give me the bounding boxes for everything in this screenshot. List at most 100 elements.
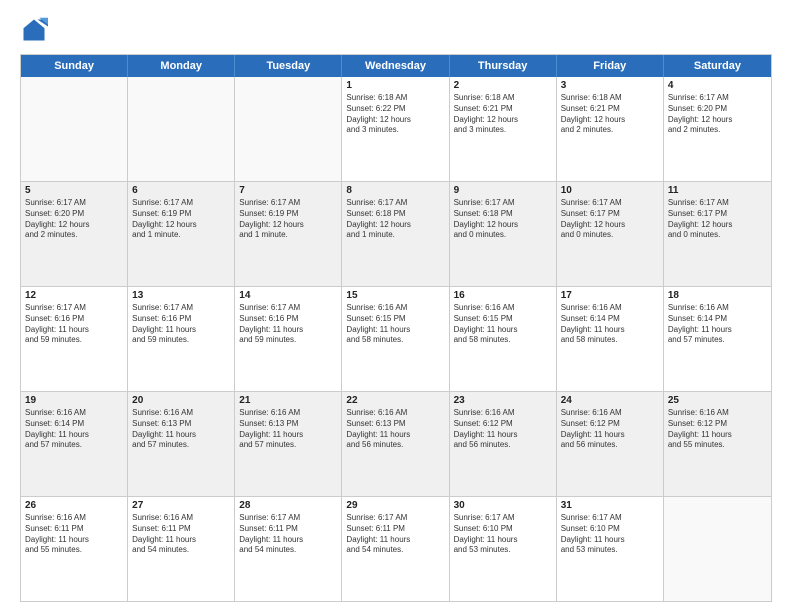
cell-info: Sunrise: 6:17 AM Sunset: 6:17 PM Dayligh… — [561, 198, 659, 241]
cal-cell: 16 Sunrise: 6:16 AM Sunset: 6:15 PM Dayli… — [450, 287, 557, 391]
cell-info: Sunrise: 6:16 AM Sunset: 6:12 PM Dayligh… — [668, 408, 767, 451]
cal-cell: 14 Sunrise: 6:17 AM Sunset: 6:16 PM Dayli… — [235, 287, 342, 391]
cal-header-tuesday: Tuesday — [235, 55, 342, 77]
cal-cell: 5 Sunrise: 6:17 AM Sunset: 6:20 PM Daylig… — [21, 182, 128, 286]
cal-cell: 27Sunrise: 6:16 AM Sunset: 6:11 PM Dayli… — [128, 497, 235, 601]
cell-info: Sunrise: 6:17 AM Sunset: 6:16 PM Dayligh… — [25, 303, 123, 346]
cal-header-monday: Monday — [128, 55, 235, 77]
cell-info: Sunrise: 6:16 AM Sunset: 6:12 PM Dayligh… — [561, 408, 659, 451]
cell-info: Sunrise: 6:18 AM Sunset: 6:22 PM Dayligh… — [346, 93, 444, 136]
cell-info: Sunrise: 6:17 AM Sunset: 6:17 PM Dayligh… — [668, 198, 767, 241]
day-number: 30 — [454, 500, 552, 511]
day-number: 12 — [25, 290, 123, 301]
day-number: 2 — [454, 80, 552, 91]
cal-cell — [21, 77, 128, 181]
day-number: 29 — [346, 500, 444, 511]
day-number: 25 — [668, 395, 767, 406]
day-number: 23 — [454, 395, 552, 406]
day-number: 24 — [561, 395, 659, 406]
day-number: 21 — [239, 395, 337, 406]
day-number: 26 — [25, 500, 123, 511]
logo — [20, 16, 52, 44]
cal-cell: 23 Sunrise: 6:16 AM Sunset: 6:12 PM Dayli… — [450, 392, 557, 496]
cal-cell: 22 Sunrise: 6:16 AM Sunset: 6:13 PM Dayli… — [342, 392, 449, 496]
day-number: 5 — [25, 185, 123, 196]
day-number: 18 — [668, 290, 767, 301]
cell-info: Sunrise: 6:16 AM Sunset: 6:12 PM Dayligh… — [454, 408, 552, 451]
day-number: 17 — [561, 290, 659, 301]
cal-cell: 9Sunrise: 6:17 AM Sunset: 6:18 PM Daylig… — [450, 182, 557, 286]
cell-info: Sunrise: 6:17 AM Sunset: 6:16 PM Dayligh… — [239, 303, 337, 346]
logo-icon — [20, 16, 48, 44]
cal-cell: 24 Sunrise: 6:16 AM Sunset: 6:12 PM Dayli… — [557, 392, 664, 496]
cal-cell — [235, 77, 342, 181]
day-number: 14 — [239, 290, 337, 301]
day-number: 31 — [561, 500, 659, 511]
cell-info: Sunrise: 6:17 AM Sunset: 6:11 PM Dayligh… — [346, 513, 444, 556]
cal-cell: 30 Sunrise: 6:17 AM Sunset: 6:10 PM Dayli… — [450, 497, 557, 601]
cal-cell: 11 Sunrise: 6:17 AM Sunset: 6:17 PM Dayli… — [664, 182, 771, 286]
cal-cell: 20Sunrise: 6:16 AM Sunset: 6:13 PM Dayli… — [128, 392, 235, 496]
cell-info: Sunrise: 6:17 AM Sunset: 6:19 PM Dayligh… — [132, 198, 230, 241]
cal-cell — [128, 77, 235, 181]
cal-cell: 31 Sunrise: 6:17 AM Sunset: 6:10 PM Dayli… — [557, 497, 664, 601]
cal-week-1: 1 Sunrise: 6:18 AM Sunset: 6:22 PM Daylig… — [21, 77, 771, 182]
cal-cell: 29 Sunrise: 6:17 AM Sunset: 6:11 PM Dayli… — [342, 497, 449, 601]
cell-info: Sunrise: 6:17 AM Sunset: 6:10 PM Dayligh… — [454, 513, 552, 556]
cal-header-friday: Friday — [557, 55, 664, 77]
day-number: 11 — [668, 185, 767, 196]
cal-week-2: 5 Sunrise: 6:17 AM Sunset: 6:20 PM Daylig… — [21, 182, 771, 287]
page: SundayMondayTuesdayWednesdayThursdayFrid… — [0, 0, 792, 612]
cal-cell: 7Sunrise: 6:17 AM Sunset: 6:19 PM Daylig… — [235, 182, 342, 286]
cal-header-thursday: Thursday — [450, 55, 557, 77]
cal-header-sunday: Sunday — [21, 55, 128, 77]
cell-info: Sunrise: 6:16 AM Sunset: 6:11 PM Dayligh… — [132, 513, 230, 556]
day-number: 19 — [25, 395, 123, 406]
day-number: 4 — [668, 80, 767, 91]
cal-cell: 1 Sunrise: 6:18 AM Sunset: 6:22 PM Daylig… — [342, 77, 449, 181]
cell-info: Sunrise: 6:16 AM Sunset: 6:15 PM Dayligh… — [346, 303, 444, 346]
cal-week-4: 19 Sunrise: 6:16 AM Sunset: 6:14 PM Dayli… — [21, 392, 771, 497]
cal-cell: 26 Sunrise: 6:16 AM Sunset: 6:11 PM Dayli… — [21, 497, 128, 601]
day-number: 28 — [239, 500, 337, 511]
cell-info: Sunrise: 6:17 AM Sunset: 6:10 PM Dayligh… — [561, 513, 659, 556]
cell-info: Sunrise: 6:16 AM Sunset: 6:11 PM Dayligh… — [25, 513, 123, 556]
cell-info: Sunrise: 6:16 AM Sunset: 6:15 PM Dayligh… — [454, 303, 552, 346]
day-number: 7 — [239, 185, 337, 196]
cell-info: Sunrise: 6:16 AM Sunset: 6:13 PM Dayligh… — [346, 408, 444, 451]
header — [20, 16, 772, 44]
cell-info: Sunrise: 6:16 AM Sunset: 6:14 PM Dayligh… — [561, 303, 659, 346]
cal-cell: 10Sunrise: 6:17 AM Sunset: 6:17 PM Dayli… — [557, 182, 664, 286]
cal-cell: 25 Sunrise: 6:16 AM Sunset: 6:12 PM Dayli… — [664, 392, 771, 496]
day-number: 6 — [132, 185, 230, 196]
cell-info: Sunrise: 6:17 AM Sunset: 6:20 PM Dayligh… — [25, 198, 123, 241]
cell-info: Sunrise: 6:17 AM Sunset: 6:18 PM Dayligh… — [454, 198, 552, 241]
day-number: 22 — [346, 395, 444, 406]
cal-week-3: 12 Sunrise: 6:17 AM Sunset: 6:16 PM Dayli… — [21, 287, 771, 392]
cell-info: Sunrise: 6:17 AM Sunset: 6:16 PM Dayligh… — [132, 303, 230, 346]
calendar-header: SundayMondayTuesdayWednesdayThursdayFrid… — [21, 55, 771, 77]
day-number: 15 — [346, 290, 444, 301]
cal-cell: 3 Sunrise: 6:18 AM Sunset: 6:21 PM Daylig… — [557, 77, 664, 181]
day-number: 1 — [346, 80, 444, 91]
cal-cell: 21Sunrise: 6:16 AM Sunset: 6:13 PM Dayli… — [235, 392, 342, 496]
day-number: 13 — [132, 290, 230, 301]
cal-cell: 18Sunrise: 6:16 AM Sunset: 6:14 PM Dayli… — [664, 287, 771, 391]
cell-info: Sunrise: 6:16 AM Sunset: 6:14 PM Dayligh… — [25, 408, 123, 451]
cal-cell: 12 Sunrise: 6:17 AM Sunset: 6:16 PM Dayli… — [21, 287, 128, 391]
cal-cell: 4Sunrise: 6:17 AM Sunset: 6:20 PM Daylig… — [664, 77, 771, 181]
cal-cell: 28 Sunrise: 6:17 AM Sunset: 6:11 PM Dayli… — [235, 497, 342, 601]
day-number: 16 — [454, 290, 552, 301]
cell-info: Sunrise: 6:17 AM Sunset: 6:11 PM Dayligh… — [239, 513, 337, 556]
cal-week-5: 26 Sunrise: 6:16 AM Sunset: 6:11 PM Dayli… — [21, 497, 771, 601]
day-number: 3 — [561, 80, 659, 91]
cal-header-saturday: Saturday — [664, 55, 771, 77]
day-number: 8 — [346, 185, 444, 196]
cal-cell: 17 Sunrise: 6:16 AM Sunset: 6:14 PM Dayli… — [557, 287, 664, 391]
cell-info: Sunrise: 6:18 AM Sunset: 6:21 PM Dayligh… — [454, 93, 552, 136]
day-number: 20 — [132, 395, 230, 406]
calendar-body: 1 Sunrise: 6:18 AM Sunset: 6:22 PM Daylig… — [21, 77, 771, 601]
cal-cell: 6 Sunrise: 6:17 AM Sunset: 6:19 PM Daylig… — [128, 182, 235, 286]
cell-info: Sunrise: 6:18 AM Sunset: 6:21 PM Dayligh… — [561, 93, 659, 136]
calendar: SundayMondayTuesdayWednesdayThursdayFrid… — [20, 54, 772, 602]
